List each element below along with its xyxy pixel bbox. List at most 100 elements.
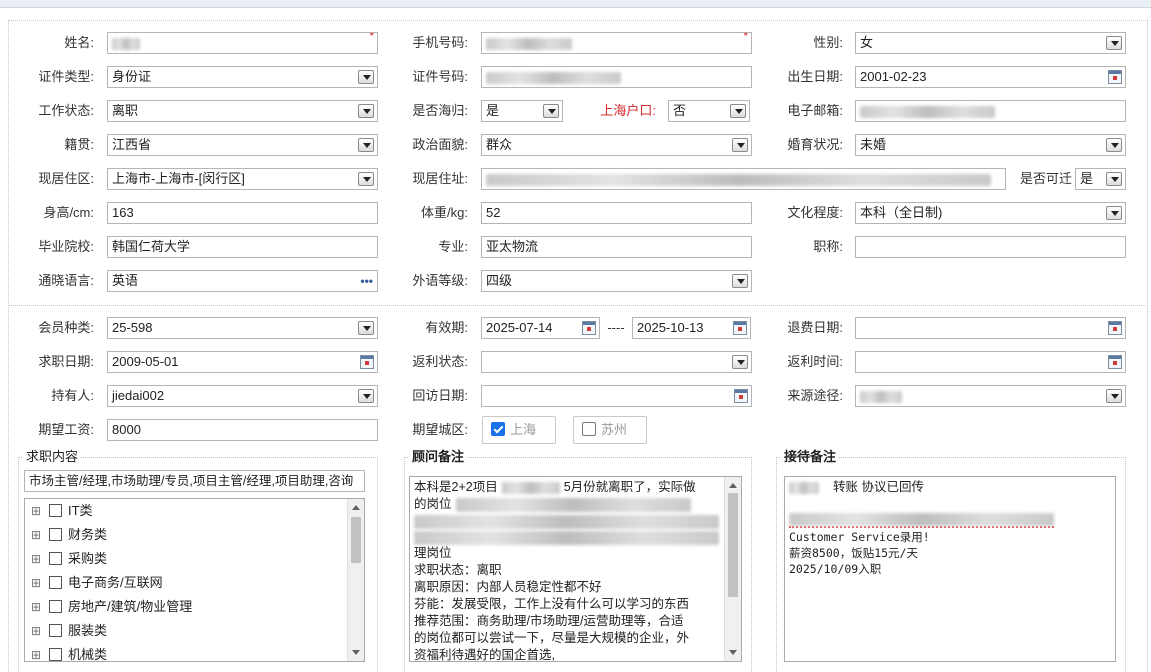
shanghai-hukou-select[interactable]: 否 — [668, 100, 750, 122]
scroll-down-icon[interactable] — [352, 650, 360, 655]
marital-select[interactable]: 未婚 — [855, 134, 1126, 156]
advisor-notes-textarea[interactable]: 本科是2+2项目 5月份就离职了，实际做 的岗位 理岗位 求职状态：离职 离职原因… — [409, 476, 742, 662]
more-options-icon[interactable]: ••• — [360, 274, 373, 288]
checkbox-unchecked-icon[interactable] — [49, 552, 62, 565]
notes-scrollbar[interactable] — [724, 477, 741, 661]
id-number-field[interactable] — [481, 66, 752, 88]
weight-label: 体重/kg: — [421, 205, 468, 220]
relocate-select[interactable]: 是 — [1075, 168, 1126, 190]
expand-icon[interactable]: ⊞ — [31, 500, 42, 522]
chevron-down-icon[interactable] — [1106, 206, 1122, 220]
native-place-select[interactable]: 江西省 — [107, 134, 378, 156]
chevron-down-icon[interactable] — [732, 138, 748, 152]
calendar-icon[interactable] — [360, 355, 374, 369]
scroll-thumb[interactable] — [351, 517, 361, 563]
calendar-icon[interactable] — [734, 389, 748, 403]
id-type-select[interactable]: 身份证 — [107, 66, 378, 88]
weight-field[interactable]: 52 — [481, 202, 752, 224]
checkbox-unchecked-icon[interactable] — [49, 576, 62, 589]
member-type-select[interactable]: 25-598 — [107, 317, 378, 339]
city-option-shanghai[interactable]: 上海 — [482, 416, 556, 444]
checkbox-unchecked-icon[interactable] — [49, 624, 62, 637]
checkbox-checked-icon[interactable] — [491, 422, 505, 436]
holder-label: 持有人: — [51, 388, 94, 403]
tree-item[interactable]: ⊞ 机械类 — [31, 644, 107, 661]
major-field[interactable]: 亚太物流 — [481, 236, 752, 258]
checkbox-unchecked-icon[interactable] — [582, 422, 596, 436]
chevron-down-icon[interactable] — [358, 172, 374, 186]
residence-area-select[interactable]: 上海市-上海市-[闵行区] — [107, 168, 378, 190]
calendar-icon[interactable] — [1108, 355, 1122, 369]
chevron-down-icon[interactable] — [732, 355, 748, 369]
language-level-select[interactable]: 四级 — [481, 270, 752, 292]
expand-icon[interactable]: ⊞ — [31, 596, 42, 618]
calendar-icon[interactable] — [582, 321, 596, 335]
email-field[interactable] — [855, 100, 1126, 122]
chevron-down-icon[interactable] — [358, 70, 374, 84]
tree-item[interactable]: ⊞ 财务类 — [31, 524, 107, 546]
blurred-text — [501, 481, 560, 494]
checkbox-unchecked-icon[interactable] — [49, 600, 62, 613]
overseas-select[interactable]: 是 — [481, 100, 563, 122]
calendar-icon[interactable] — [733, 321, 747, 335]
height-field[interactable]: 163 — [107, 202, 378, 224]
work-status-select[interactable]: 离职 — [107, 100, 378, 122]
chevron-down-icon[interactable] — [358, 138, 374, 152]
tree-item[interactable]: ⊞ 采购类 — [31, 548, 107, 570]
source-select[interactable] — [855, 385, 1126, 407]
section-divider — [8, 305, 1148, 306]
gender-select[interactable]: 女 — [855, 32, 1126, 54]
checkbox-unchecked-icon[interactable] — [49, 648, 62, 661]
chevron-down-icon[interactable] — [1106, 36, 1122, 50]
chevron-down-icon[interactable] — [730, 104, 746, 118]
scroll-up-icon[interactable] — [352, 505, 360, 510]
education-select[interactable]: 本科（全日制) — [855, 202, 1126, 224]
visit-date-field[interactable] — [481, 385, 752, 407]
political-select[interactable]: 群众 — [481, 134, 752, 156]
scroll-thumb[interactable] — [728, 493, 738, 597]
chevron-down-icon[interactable] — [732, 274, 748, 288]
scroll-up-icon[interactable] — [729, 483, 737, 488]
reception-notes-textarea[interactable]: 转账 协议已回传 Customer Service录用! 薪资8500，饭贴15… — [784, 476, 1116, 662]
chevron-down-icon[interactable] — [358, 321, 374, 335]
chevron-down-icon[interactable] — [1106, 138, 1122, 152]
address-field[interactable] — [481, 168, 1006, 190]
school-field[interactable]: 韩国仁荷大学 — [107, 236, 378, 258]
rebate-status-select[interactable] — [481, 351, 752, 373]
checkbox-unchecked-icon[interactable] — [49, 504, 62, 517]
tree-item[interactable]: ⊞ IT类 — [31, 500, 93, 522]
scroll-down-icon[interactable] — [729, 650, 737, 655]
language-field[interactable]: 英语 ••• — [107, 270, 378, 292]
validity-start-field[interactable]: 2025-07-14 — [481, 317, 600, 339]
calendar-icon[interactable] — [1108, 70, 1122, 84]
chevron-down-icon[interactable] — [1106, 389, 1122, 403]
expand-icon[interactable]: ⊞ — [31, 644, 42, 661]
expand-icon[interactable]: ⊞ — [31, 524, 42, 546]
job-content-summary[interactable]: 市场主管/经理,市场助理/专员,项目主管/经理,项目助理,咨询 — [24, 470, 365, 492]
phone-field[interactable]: * — [481, 32, 752, 54]
tree-item[interactable]: ⊞ 房地产/建筑/物业管理 — [31, 596, 192, 618]
tree-item[interactable]: ⊞ 电子商务/互联网 — [31, 572, 163, 594]
tree-item[interactable]: ⊞ 服装类 — [31, 620, 107, 642]
expand-icon[interactable]: ⊞ — [31, 620, 42, 642]
calendar-icon[interactable] — [1108, 321, 1122, 335]
rebate-time-field[interactable] — [855, 351, 1126, 373]
holder-select[interactable]: jiedai002 — [107, 385, 378, 407]
birth-date-field[interactable]: 2001-02-23 — [855, 66, 1126, 88]
expand-icon[interactable]: ⊞ — [31, 572, 42, 594]
validity-end-field[interactable]: 2025-10-13 — [632, 317, 751, 339]
chevron-down-icon[interactable] — [358, 389, 374, 403]
job-category-tree[interactable]: ⊞ IT类 ⊞ 财务类 ⊞ 采购类 ⊞ 电子商务/互联网 ⊞ 房地产/建筑/物业管理 ⊞ 服… — [24, 498, 365, 662]
title-field[interactable] — [855, 236, 1126, 258]
chevron-down-icon[interactable] — [1106, 172, 1122, 186]
chevron-down-icon[interactable] — [358, 104, 374, 118]
checkbox-unchecked-icon[interactable] — [49, 528, 62, 541]
tree-scrollbar[interactable] — [347, 499, 364, 661]
name-field[interactable]: * — [107, 32, 378, 54]
salary-field[interactable]: 8000 — [107, 419, 378, 441]
expand-icon[interactable]: ⊞ — [31, 548, 42, 570]
refund-date-field[interactable] — [855, 317, 1126, 339]
chevron-down-icon[interactable] — [543, 104, 559, 118]
city-option-suzhou[interactable]: 苏州 — [573, 416, 647, 444]
job-date-field[interactable]: 2009-05-01 — [107, 351, 378, 373]
